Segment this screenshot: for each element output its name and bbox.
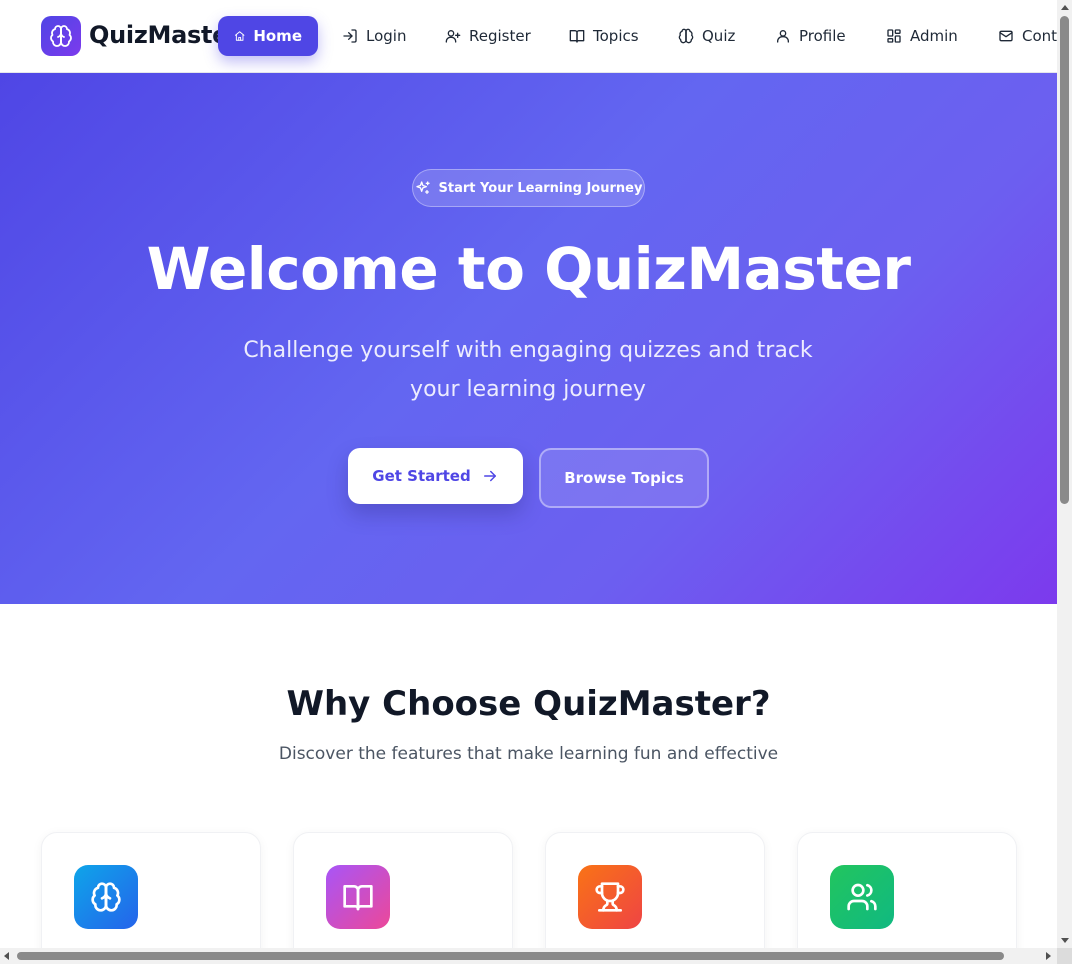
- trophy-icon: [595, 882, 625, 912]
- scroll-left-arrow-icon[interactable]: [4, 952, 9, 960]
- nav-register-label: Register: [469, 27, 531, 45]
- users-icon: [847, 883, 877, 911]
- hero-subtitle: Challenge yourself with engaging quizzes…: [243, 338, 813, 402]
- scroll-up-arrow-icon[interactable]: [1061, 5, 1069, 10]
- page-viewport: QuizMaster Home Login Register Topics Qu…: [0, 0, 1057, 948]
- nav-profile[interactable]: Profile: [759, 16, 862, 56]
- nav-home-label: Home: [253, 27, 302, 45]
- nav-topics-label: Topics: [593, 27, 639, 45]
- vertical-scrollbar[interactable]: [1057, 0, 1072, 948]
- horizontal-scroll-thumb[interactable]: [17, 952, 1004, 960]
- arrow-right-icon: [483, 470, 496, 482]
- nav-quiz-label: Quiz: [702, 27, 736, 45]
- feature-card: [293, 832, 513, 948]
- vertical-scroll-thumb[interactable]: [1060, 16, 1069, 504]
- nav-contact[interactable]: Cont: [982, 16, 1057, 56]
- get-started-label: Get Started: [372, 467, 471, 485]
- brand-logo[interactable]: [41, 16, 81, 56]
- feature-card: [545, 832, 765, 948]
- features-title: Why Choose QuizMaster?: [286, 684, 771, 724]
- user-plus-icon: [445, 30, 461, 43]
- nav-admin[interactable]: Admin: [870, 16, 974, 56]
- brain-icon: [91, 882, 121, 912]
- mail-icon: [999, 30, 1013, 42]
- book-open-icon: [569, 30, 585, 43]
- nav-topics[interactable]: Topics: [553, 16, 655, 56]
- hero-section: Start Your Learning Journey Welcome to Q…: [0, 73, 1057, 604]
- dashboard-icon: [887, 29, 901, 43]
- nav-login-label: Login: [366, 27, 407, 45]
- scrollbar-corner: [1057, 948, 1072, 964]
- hero-badge: Start Your Learning Journey: [412, 169, 645, 207]
- feature-card-icon-box: [326, 865, 390, 929]
- get-started-button[interactable]: Get Started: [348, 448, 523, 504]
- feature-card-icon-box: [74, 865, 138, 929]
- brain-icon: [50, 25, 72, 47]
- feature-card-icon-box: [578, 865, 642, 929]
- feature-card-icon-box: [830, 865, 894, 929]
- nav-profile-label: Profile: [799, 27, 846, 45]
- user-icon: [777, 30, 789, 43]
- nav-register[interactable]: Register: [429, 16, 547, 56]
- feature-card: [797, 832, 1017, 948]
- nav-quiz[interactable]: Quiz: [662, 16, 751, 56]
- horizontal-scrollbar[interactable]: [0, 948, 1057, 964]
- hero-badge-text: Start Your Learning Journey: [438, 180, 643, 196]
- features-subtitle: Discover the features that make learning…: [278, 744, 779, 764]
- scroll-down-arrow-icon[interactable]: [1061, 938, 1069, 943]
- browse-topics-label: Browse Topics: [564, 469, 684, 487]
- nav-login[interactable]: Login: [326, 16, 422, 56]
- nav-contact-label: Cont: [1022, 27, 1057, 45]
- brain-icon: [678, 28, 694, 44]
- top-navbar: QuizMaster Home Login Register Topics Qu…: [0, 0, 1057, 73]
- sparkles-icon: [415, 181, 430, 194]
- login-icon: [343, 29, 357, 43]
- home-icon: [234, 31, 245, 41]
- nav-home[interactable]: Home: [218, 16, 318, 56]
- feature-card: [41, 832, 261, 948]
- nav-admin-label: Admin: [910, 27, 958, 45]
- book-open-icon: [343, 885, 373, 911]
- hero-title: Welcome to QuizMaster: [146, 235, 911, 303]
- scroll-right-arrow-icon[interactable]: [1046, 952, 1051, 960]
- browse-topics-button[interactable]: Browse Topics: [539, 448, 709, 508]
